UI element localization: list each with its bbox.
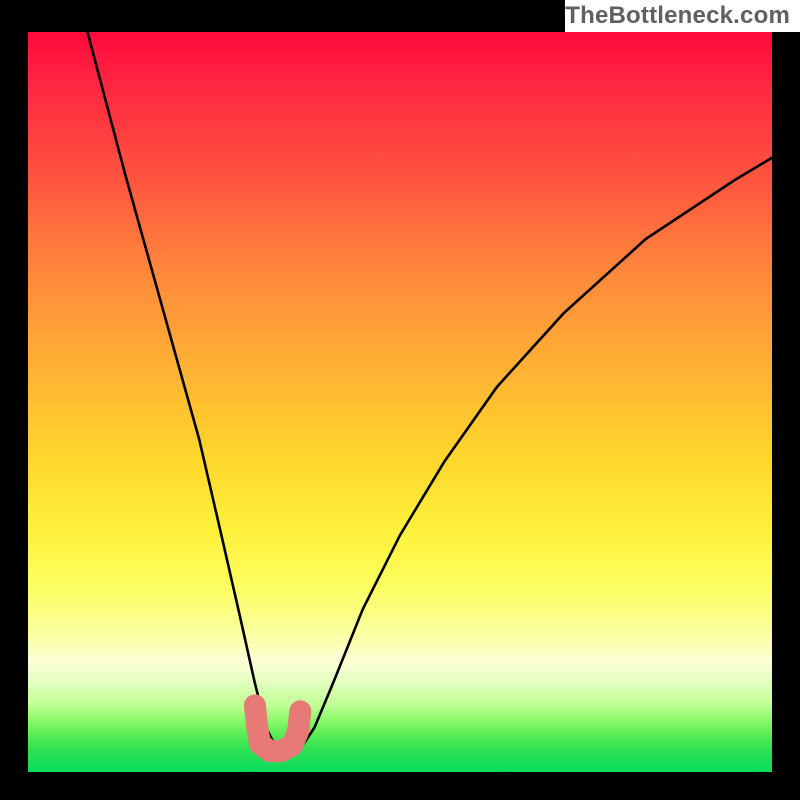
watermark-text: TheBottleneck.com bbox=[565, 0, 800, 32]
chart-frame: TheBottleneck.com bbox=[0, 0, 800, 800]
curve-layer bbox=[28, 32, 772, 772]
plot-area bbox=[28, 32, 772, 772]
min-marker bbox=[255, 705, 300, 751]
bottleneck-curve bbox=[88, 32, 773, 754]
